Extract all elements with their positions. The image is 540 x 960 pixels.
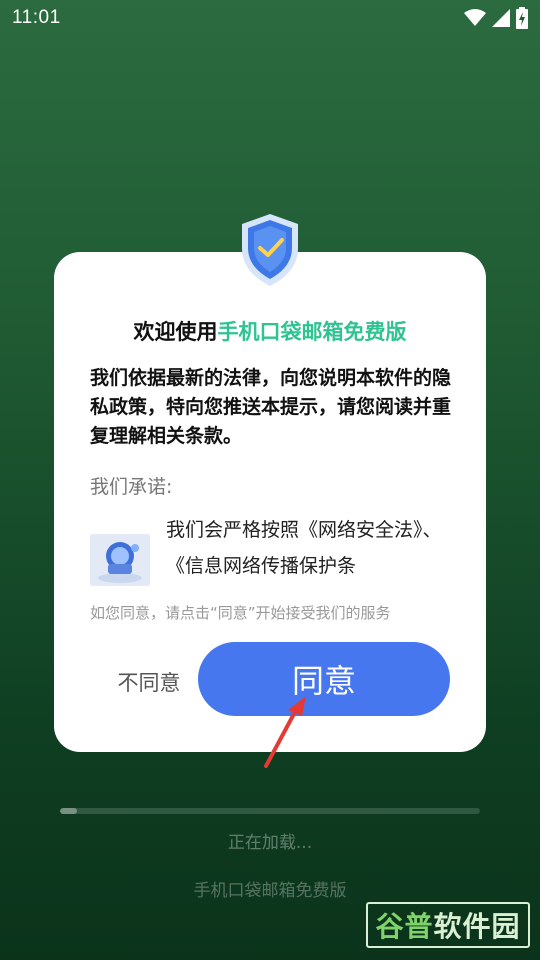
red-arrow-annotation — [264, 696, 306, 768]
consent-hint: 如您同意，请点击“同意”开始接受我们的服务 — [90, 604, 391, 622]
privacy-intro-text: 我们依据最新的法律，向您说明本软件的隐私政策，特向您推送本提示，请您阅读并重复理… — [90, 367, 452, 447]
shield-check-icon — [242, 214, 298, 286]
loading-progress-bar — [60, 808, 480, 814]
status-icons — [464, 7, 528, 29]
status-time: 11:01 — [12, 7, 61, 28]
watermark-part1: 谷普 — [375, 910, 434, 943]
watermark-part2: 软件园 — [433, 910, 521, 943]
loading-text: 正在加载... — [227, 833, 313, 853]
loading-progress-fill — [60, 808, 77, 814]
wifi-icon — [464, 9, 486, 26]
promise-item: 我们会严格按照《网络安全法》、《信息网络传播保护条 — [90, 512, 460, 592]
dialog-title-app-name: 手机口袋邮箱免费版 — [217, 320, 407, 344]
agree-button[interactable]: 同意 — [198, 642, 450, 716]
status-bar: 11:01 — [0, 0, 540, 36]
privacy-dialog: 欢迎使用手机口袋邮箱免费版 我们依据最新的法律，向您说明本软件的隐私政策，特向您… — [54, 252, 486, 752]
disagree-button[interactable]: 不同意 — [104, 662, 194, 702]
dialog-title-prefix: 欢迎使用 — [133, 320, 218, 344]
battery-charging-icon — [516, 7, 528, 29]
app-name-footer: 手机口袋邮箱免费版 — [193, 881, 347, 901]
promise-text: 我们会严格按照《网络安全法》、《信息网络传播保护条 — [166, 519, 442, 577]
watermark-logo: 谷普 软件园 — [366, 902, 530, 948]
signal-icon — [492, 9, 510, 27]
dialog-title: 欢迎使用手机口袋邮箱免费版 — [54, 316, 486, 346]
promise-label: 我们承诺: — [90, 476, 173, 498]
promise-thumbnail-image — [90, 534, 150, 586]
